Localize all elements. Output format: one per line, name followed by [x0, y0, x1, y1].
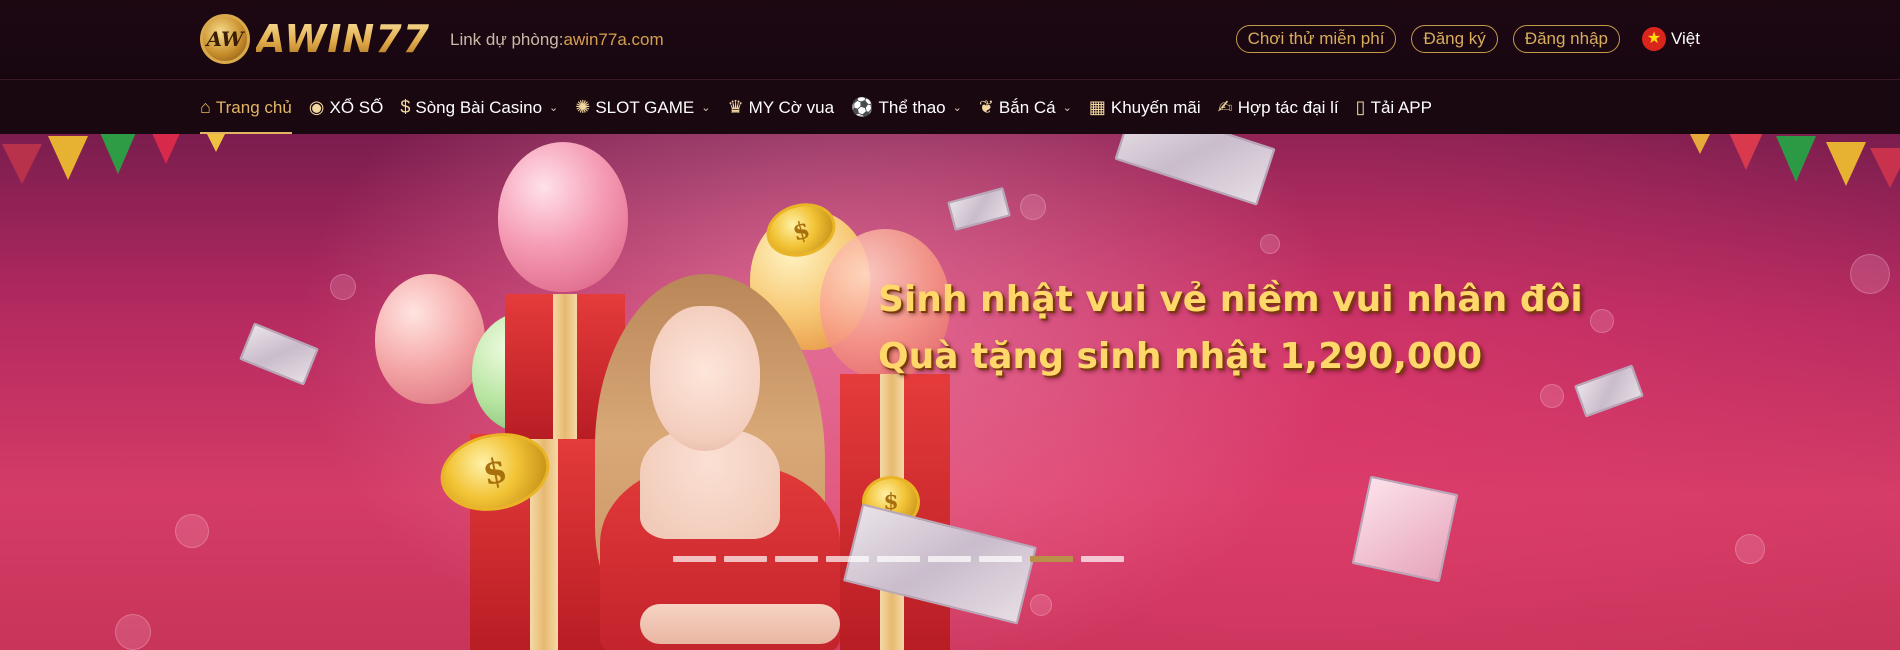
nav-item-home[interactable]: ⌂ Trang chủ [200, 81, 292, 134]
nav-item-label: Bắn Cá [998, 97, 1056, 117]
banner-headline-1: Sinh nhật vui vẻ niềm vui nhân đôi [878, 279, 1583, 320]
hero-banner[interactable]: $ $ $ Sinh nhật vui vẻ niềm vui nhân đôi… [0, 134, 1900, 650]
nav-item-slot-game[interactable]: ✺ SLOT GAME ⌄ [575, 81, 710, 134]
gift-icon: ▦ [1088, 97, 1106, 117]
model-arm [640, 604, 840, 644]
logo-text: AWIN77 [256, 17, 431, 61]
bokeh-light [1735, 534, 1765, 564]
chevron-down-icon: ⌄ [952, 102, 962, 114]
casino-chip-icon: $ [400, 97, 411, 117]
money-bill-pink [1351, 475, 1459, 583]
fish-icon: ❦ [978, 97, 994, 117]
home-icon: ⌂ [200, 97, 211, 117]
carousel-indicators [673, 556, 1132, 562]
bokeh-light [1260, 234, 1280, 254]
bokeh-light [1540, 384, 1564, 408]
carousel-dot[interactable] [724, 556, 767, 562]
carousel-dot[interactable] [979, 556, 1022, 562]
nav-item-label: Trang chủ [215, 97, 292, 117]
bokeh-light [1020, 194, 1046, 220]
backup-link-label: Link dự phòng: [450, 30, 564, 49]
bokeh-light [1850, 254, 1890, 294]
bokeh-light [1030, 594, 1052, 616]
nav-item-label: Sòng Bài Casino [415, 97, 543, 117]
banner-headline-2: Quà tặng sinh nhật 1,290,000 [878, 336, 1483, 377]
bokeh-light [1590, 309, 1614, 333]
backup-link-url[interactable]: awin77a.com [563, 30, 663, 49]
language-selector[interactable]: ★ Việt [1642, 27, 1700, 51]
slot-wheel-icon: ✺ [575, 97, 591, 117]
language-label: Việt [1671, 29, 1700, 48]
pink-balloon [498, 142, 628, 292]
chevron-down-icon: ⌄ [549, 102, 559, 114]
nav-item-casino[interactable]: $ Sòng Bài Casino ⌄ [400, 81, 558, 134]
nav-item-lottery[interactable]: ◉ XỔ SỐ [309, 81, 384, 134]
login-button[interactable]: Đăng nhập [1512, 25, 1620, 53]
nav-item-download-app[interactable]: ▯ Tải APP [1356, 81, 1432, 134]
bokeh-light [115, 614, 151, 650]
money-bill [947, 187, 1011, 231]
soccer-ball-icon: ⚽ [851, 97, 874, 117]
money-bill [1574, 364, 1644, 418]
nav-item-label: Khuyến mãi [1110, 97, 1201, 117]
nav-item-agency[interactable]: ✍ Hợp tác đại lí [1218, 81, 1339, 134]
backup-link: Link dự phòng:awin77a.com [450, 30, 664, 50]
carousel-dot[interactable] [673, 556, 716, 562]
nav-item-fishing[interactable]: ❦ Bắn Cá ⌄ [979, 81, 1072, 134]
nav-item-label: Tải APP [1370, 97, 1432, 117]
bokeh-light [175, 514, 209, 548]
site-logo[interactable]: AW AWIN77 [200, 13, 430, 65]
carousel-dot[interactable] [826, 556, 869, 562]
carousel-dot[interactable] [928, 556, 971, 562]
bokeh-light [330, 274, 356, 300]
header-actions: Chơi thử miễn phí Đăng ký Đăng nhập ★ Vi… [1221, 25, 1700, 53]
carousel-dot-active[interactable] [1030, 556, 1073, 562]
money-bill [239, 322, 319, 386]
carousel-dot[interactable] [775, 556, 818, 562]
register-button[interactable]: Đăng ký [1411, 25, 1498, 53]
main-nav: ⌂ Trang chủ ◉ XỔ SỐ $ Sòng Bài Casino ⌄ … [0, 81, 1900, 134]
bunting-right [1680, 134, 1900, 234]
vietnam-flag-icon: ★ [1642, 27, 1666, 51]
logo-badge-icon: AW [200, 14, 250, 64]
nav-item-label: Hợp tác đại lí [1237, 97, 1339, 117]
nav-item-promotions[interactable]: ▦ Khuyến mãi [1089, 81, 1201, 134]
chevron-down-icon: ⌄ [1062, 102, 1072, 114]
chess-icon: ♛ [727, 97, 744, 117]
model-face [650, 306, 760, 451]
nav-item-sports[interactable]: ⚽ Thể thao ⌄ [851, 81, 962, 134]
top-header: AW AWIN77 Link dự phòng:awin77a.com Chơi… [0, 0, 1900, 80]
light-pink-balloon [375, 274, 485, 404]
phone-icon: ▯ [1355, 97, 1366, 117]
bunting-left [0, 134, 240, 234]
nav-item-chess[interactable]: ♛ MY Cờ vua [727, 81, 834, 134]
nav-item-label: SLOT GAME [595, 97, 695, 117]
money-bill [1114, 134, 1276, 206]
carousel-dot[interactable] [877, 556, 920, 562]
nav-item-label: Thể thao [878, 97, 946, 117]
carousel-dot[interactable] [1081, 556, 1124, 562]
chevron-down-icon: ⌄ [701, 102, 711, 114]
lottery-ball-icon: ◉ [308, 97, 325, 117]
handshake-icon: ✍ [1217, 97, 1233, 117]
nav-item-label: MY Cờ vua [748, 97, 835, 117]
free-trial-button[interactable]: Chơi thử miễn phí [1235, 25, 1397, 53]
nav-item-label: XỔ SỐ [329, 97, 384, 117]
